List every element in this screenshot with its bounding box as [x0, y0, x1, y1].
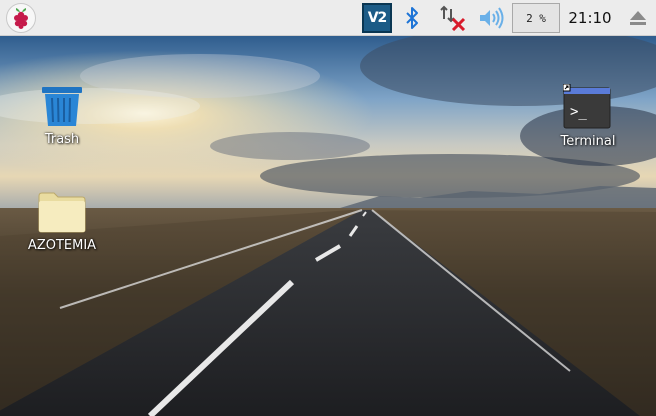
desktop-icon-terminal[interactable]: >_ Terminal	[548, 84, 628, 149]
raspberry-pi-logo-icon	[6, 3, 36, 33]
bluetooth-icon	[406, 7, 418, 29]
eject-tray-button[interactable]	[624, 0, 652, 36]
desktop-icon-label: Terminal	[560, 134, 616, 149]
desktop-icon-folder[interactable]: AZOTEMIA	[14, 190, 110, 253]
network-tray-button[interactable]	[438, 0, 468, 36]
desktop[interactable]: Trash AZOTEMIA >_ Terminal	[0, 36, 656, 416]
folder-icon	[38, 192, 86, 233]
volume-tray-button[interactable]	[476, 0, 506, 36]
volume-icon	[480, 7, 504, 29]
trash-icon	[42, 87, 82, 126]
cpu-monitor[interactable]: 2 %	[511, 0, 561, 36]
desktop-icon-trash[interactable]: Trash	[22, 84, 102, 147]
taskbar: V2 2 % 21:10	[0, 0, 656, 36]
eject-icon	[630, 11, 646, 25]
desktop-icon-label: AZOTEMIA	[27, 238, 97, 253]
terminal-prompt-glyph: >_	[570, 104, 587, 120]
desktop-icon-label: Trash	[44, 132, 80, 147]
clock[interactable]: 21:10	[566, 0, 614, 36]
vnc-server-tray-button[interactable]: V2	[360, 0, 394, 36]
vnc-server-icon: V2	[362, 3, 392, 33]
cpu-usage-value: 2 %	[512, 3, 560, 33]
terminal-icon: >_	[563, 84, 611, 129]
network-disconnected-icon	[440, 5, 466, 31]
vnc-icon-text: V2	[367, 10, 388, 26]
bluetooth-tray-button[interactable]	[400, 0, 424, 36]
applications-menu-button[interactable]	[4, 0, 38, 36]
